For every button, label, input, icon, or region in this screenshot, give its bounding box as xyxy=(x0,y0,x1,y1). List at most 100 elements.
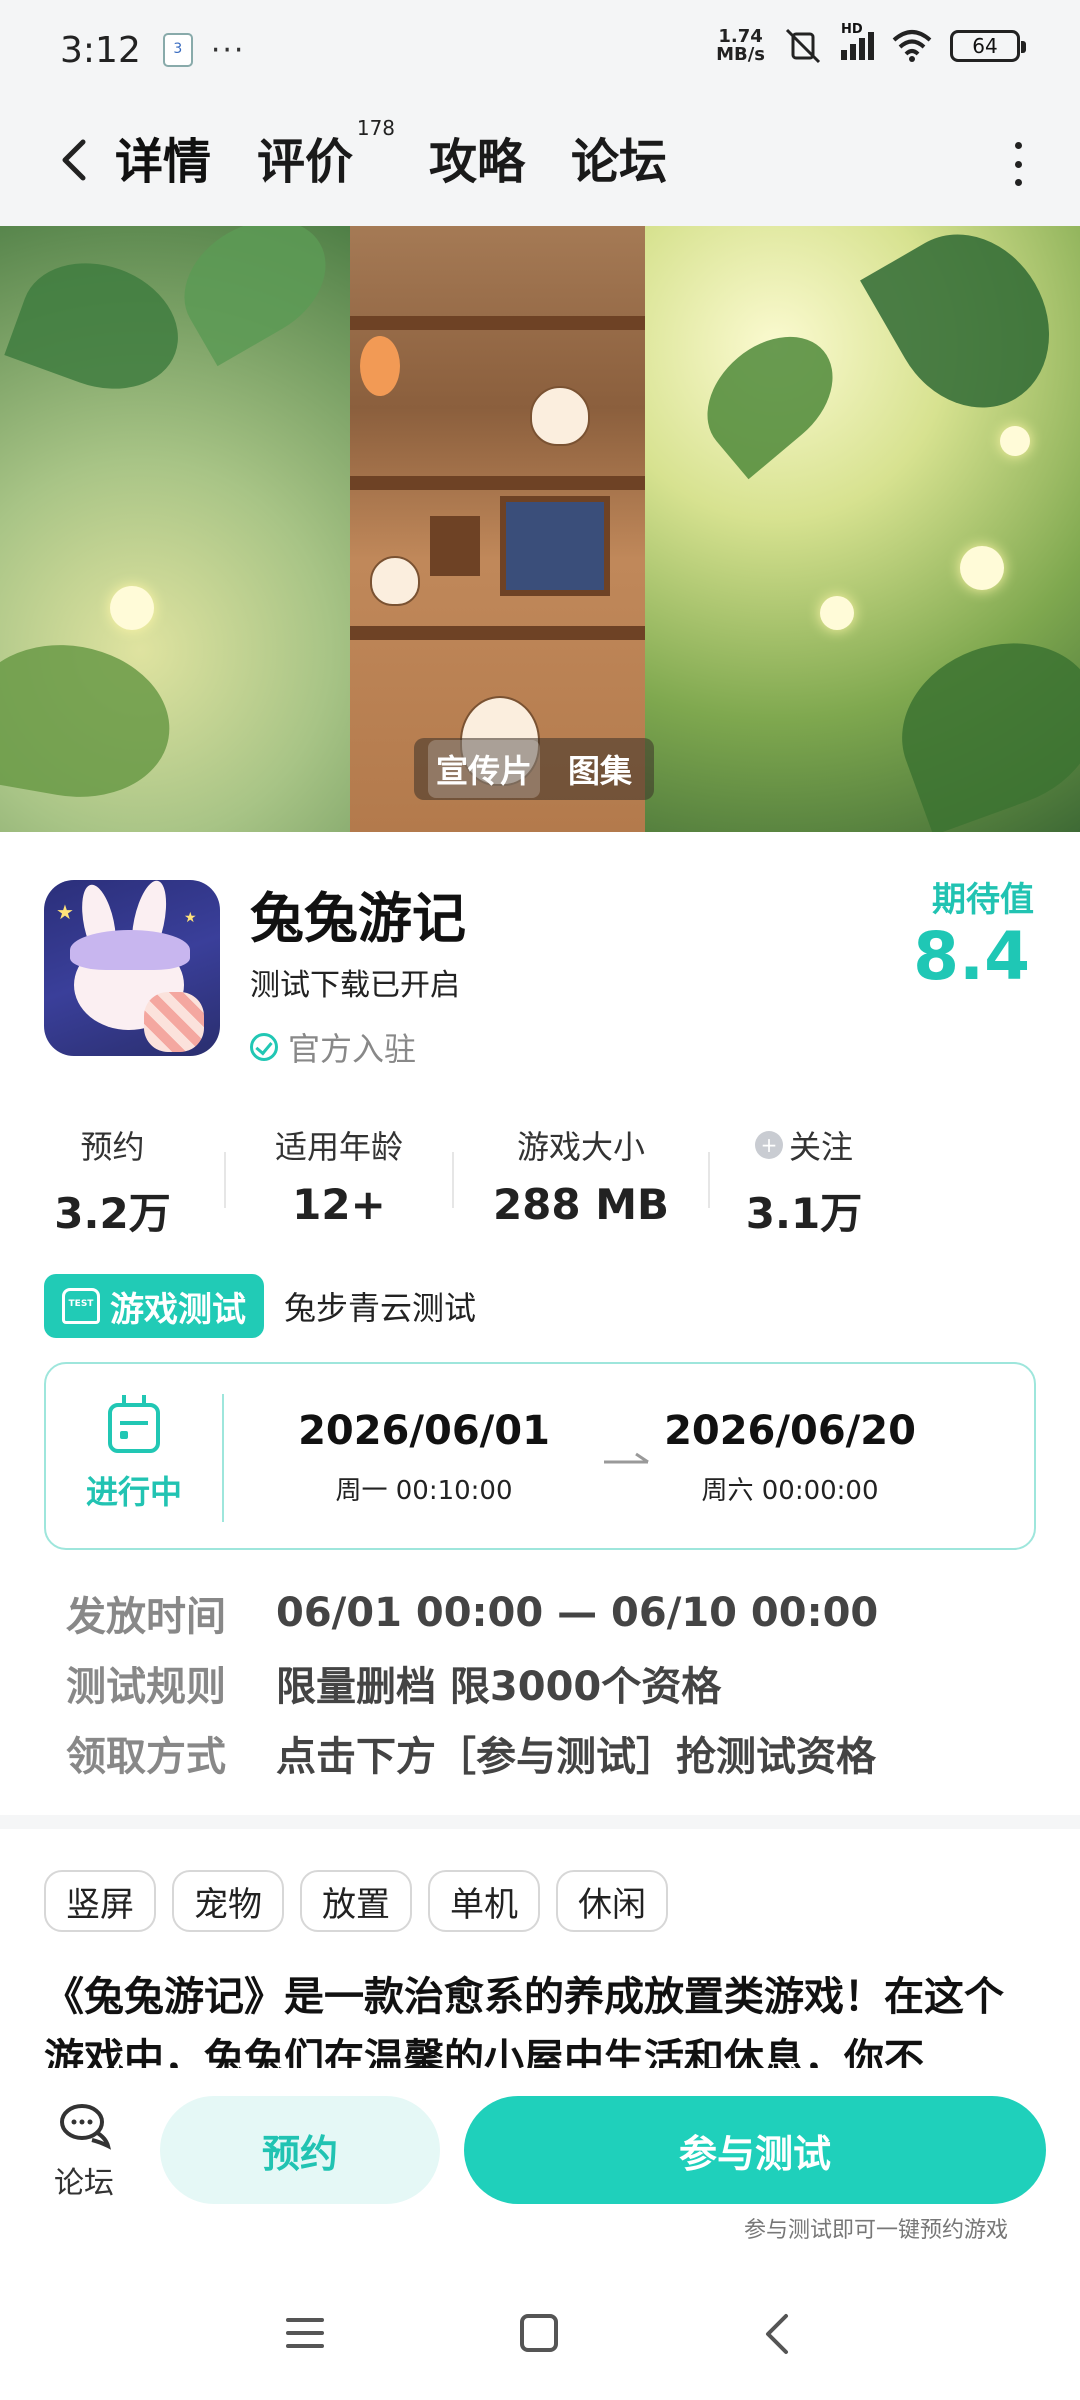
follow-label-row: + 关注 xyxy=(754,1122,853,1168)
info-value: 06/01 00:00 — 06/10 00:00 xyxy=(276,1590,879,1636)
info-value: 点击下方［参与测试］抢测试资格 xyxy=(276,1734,876,1780)
flower-decoration xyxy=(820,596,854,630)
stat-value: 288 MB xyxy=(492,1180,670,1229)
test-info-list: 发放时间 06/01 00:00 — 06/10 00:00 测试规则 限量删档… xyxy=(66,1578,878,1788)
stat-label: 适用年龄 xyxy=(274,1128,403,1166)
arrow-right-icon xyxy=(604,1452,649,1464)
shelf xyxy=(350,476,645,490)
menu-line xyxy=(286,2344,324,2348)
tab-label: 详情 xyxy=(115,134,212,190)
tab-label: 论坛 xyxy=(571,134,668,190)
divider xyxy=(708,1152,710,1208)
stat-label: 游戏大小 xyxy=(516,1128,645,1166)
cell-signal-icon: HD xyxy=(841,22,874,60)
tag-chip[interactable]: 竖屏 xyxy=(44,1870,156,1932)
dot-icon xyxy=(1014,142,1022,149)
stat-value: 3.2万 xyxy=(54,1189,171,1238)
calendar-pin xyxy=(142,1395,146,1407)
net-speed: 1.74 MB/s xyxy=(716,28,765,64)
genre-tags: 竖屏 宠物 放置 单机 休闲 xyxy=(44,1870,668,1932)
tab-label: 评价 xyxy=(257,134,354,190)
test-tag-label: 游戏测试 xyxy=(110,1289,246,1330)
tab-reviews[interactable]: 评价 178 xyxy=(257,116,395,200)
game-description[interactable]: 《兔兔游记》是一款治愈系的养成放置类游戏！在这个游戏中，兔兔们在温馨的小屋中生活… xyxy=(44,1966,1036,2068)
top-nav: 详情 评价 178 攻略 论坛 xyxy=(0,100,1080,226)
tab-forum[interactable]: 论坛 xyxy=(571,122,667,200)
tag-chip[interactable]: 宠物 xyxy=(172,1870,284,1932)
forum-button[interactable]: 论坛 xyxy=(44,2102,124,2202)
notification-icon: 3 xyxy=(162,33,193,67)
official-badge: 官方入驻 xyxy=(250,1024,416,1070)
join-test-button[interactable]: 参与测试 xyxy=(464,2096,1046,2204)
menu-line xyxy=(286,2318,324,2322)
stat-followers[interactable]: + 关注 3.1万 xyxy=(709,1122,899,1242)
status-bar: 3:12 3 ··· 1.74 MB/s HD 64 xyxy=(0,0,1080,100)
trailer-tab[interactable]: 宣传片 xyxy=(428,740,541,798)
chat-bubbles-icon xyxy=(60,2104,111,2150)
reserve-button[interactable]: 预约 xyxy=(160,2096,440,2204)
join-test-hint: 参与测试即可一键预约游戏 xyxy=(743,2218,1008,2243)
gallery-tab[interactable]: 图集 xyxy=(560,740,640,798)
start-date: 2026/06/01 周一 00:10:00 xyxy=(284,1408,564,1507)
stat-label: 关注 xyxy=(788,1128,853,1166)
test-status-label: 进行中 xyxy=(85,1473,182,1511)
info-key: 测试规则 xyxy=(66,1664,226,1710)
gumball-machine xyxy=(360,336,400,396)
tab-label: 攻略 xyxy=(429,134,526,190)
wifi-icon xyxy=(892,30,932,62)
end-time-value: 周六 00:00:00 xyxy=(701,1476,879,1506)
tag-chip[interactable]: 单机 xyxy=(428,1870,540,1932)
calendar-icon xyxy=(108,1395,160,1453)
info-key: 领取方式 xyxy=(66,1734,226,1780)
shelf xyxy=(350,316,645,330)
heart-plus-icon: + xyxy=(754,1131,783,1159)
game-test-tag: TEST 游戏测试 xyxy=(44,1274,264,1338)
info-value: 限量删档 限3000个资格 xyxy=(276,1664,722,1710)
battery-icon: 64 xyxy=(950,30,1026,62)
tag-chip[interactable]: 放置 xyxy=(300,1870,412,1932)
banner-media-switch: 宣传片 图集 xyxy=(414,738,655,800)
tag-chip[interactable]: 休闲 xyxy=(556,1870,668,1932)
sleep-cap xyxy=(70,930,190,970)
game-title: 兔兔游记 xyxy=(250,887,466,950)
back-button[interactable] xyxy=(44,130,104,190)
stat-label: 预约 xyxy=(80,1128,145,1166)
test-name: 兔步青云测试 xyxy=(284,1289,477,1327)
info-test-rules: 测试规则 限量删档 限3000个资格 xyxy=(66,1648,878,1718)
net-speed-unit: MB/s xyxy=(716,44,765,65)
stat-reservations: 预约 3.2万 xyxy=(0,1122,225,1242)
more-options-button[interactable] xyxy=(1008,142,1028,186)
stats-row: 预约 3.2万 适用年龄 12+ 游戏大小 288 MB + 关注 3.1万 xyxy=(0,1122,1080,1242)
verified-check-icon xyxy=(250,1033,278,1061)
divider xyxy=(224,1152,226,1208)
divider xyxy=(222,1394,224,1522)
bottom-action-bar: 论坛 预约 参与测试 参与测试即可一键预约游戏 xyxy=(0,2068,1080,2268)
home-square-icon[interactable] xyxy=(520,2314,558,2352)
recents-menu-icon[interactable] xyxy=(286,2318,324,2348)
chevron-left-icon xyxy=(62,139,86,181)
info-claim-method: 领取方式 点击下方［参与测试］抢测试资格 xyxy=(66,1718,878,1788)
end-date: 2026/06/20 周六 00:00:00 xyxy=(650,1408,930,1507)
start-time-value: 周一 00:10:00 xyxy=(335,1476,513,1506)
tab-details[interactable]: 详情 xyxy=(115,122,212,200)
game-info-section: ★ ★ 兔兔游记 测试下载已开启 官方入驻 期待值 8.4 预约 3.2万 适用… xyxy=(0,832,1080,1822)
tab-guides[interactable]: 攻略 xyxy=(429,122,525,200)
system-back-icon[interactable] xyxy=(758,2312,798,2356)
signal-hd-label: HD xyxy=(841,22,863,37)
bunny-character xyxy=(530,386,590,446)
shelf xyxy=(350,626,645,640)
stat-value: 3.1万 xyxy=(745,1189,863,1238)
star-icon: ★ xyxy=(184,910,197,926)
bookshelf xyxy=(430,516,480,576)
game-app-icon: ★ ★ xyxy=(44,880,220,1056)
calendar-pin xyxy=(122,1395,126,1407)
stat-age-rating: 适用年龄 12+ xyxy=(225,1122,453,1242)
test-icon: TEST xyxy=(62,1288,100,1324)
info-distribution-time: 发放时间 06/01 00:00 — 06/10 00:00 xyxy=(66,1578,878,1648)
media-banner[interactable]: 宣传片 图集 xyxy=(0,226,1080,832)
official-label: 官方入驻 xyxy=(288,1030,417,1068)
stat-game-size: 游戏大小 288 MB xyxy=(453,1122,709,1242)
divider xyxy=(452,1152,454,1208)
info-key: 发放时间 xyxy=(66,1594,226,1640)
end-date-value: 2026/06/20 xyxy=(664,1408,916,1454)
